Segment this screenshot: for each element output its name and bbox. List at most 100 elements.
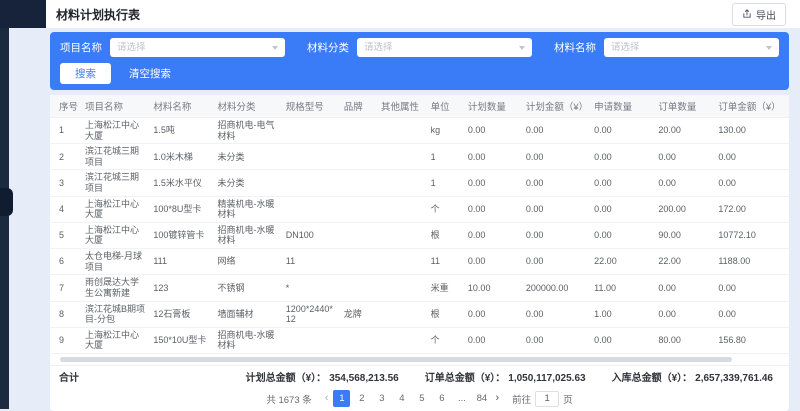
table-cell: 滨江花城三期项目 <box>81 144 149 170</box>
export-icon <box>742 9 752 19</box>
table-cell: 1.5米水平仪 <box>149 170 213 196</box>
material-name-select[interactable] <box>604 38 779 57</box>
table-cell: 滨江花城三期项目 <box>81 170 149 196</box>
table-cell: 22.00 <box>654 249 714 275</box>
table-cell: 0.00 <box>714 170 789 196</box>
chevron-down-icon <box>766 46 772 50</box>
totals-item-value: 2,657,339,761.46 <box>695 373 773 384</box>
page-button[interactable]: 1 <box>333 390 350 407</box>
chevron-down-icon <box>272 46 278 50</box>
table-cell <box>340 327 377 353</box>
table-cell: 0.00 <box>590 144 654 170</box>
table-cell: 0.00 <box>464 222 522 248</box>
table-cell <box>340 170 377 196</box>
table-cell: 2 <box>50 144 81 170</box>
table-cell: 1.5吨 <box>149 118 213 144</box>
table-cell: 0.00 <box>590 170 654 196</box>
page-button[interactable]: 3 <box>373 390 390 407</box>
column-header: 项目名称 <box>81 95 149 118</box>
table-cell: 9 <box>50 327 81 353</box>
column-header: 订单金额（¥） <box>714 95 789 118</box>
column-header: 序号 <box>50 95 81 118</box>
table-cell: 0.00 <box>714 301 789 327</box>
horizontal-scrollbar-thumb[interactable] <box>60 357 732 362</box>
table-header-row: 序号项目名称材料名称材料分类规格型号品牌其他属性单位计划数量计划金额（¥）申请数… <box>50 95 789 118</box>
table-cell: 90.00 <box>654 222 714 248</box>
page-button[interactable]: 5 <box>413 390 430 407</box>
page-button[interactable]: 2 <box>353 390 370 407</box>
table-row: 2滨江花城三期项目1.0米木梯未分类10.000.000.000.000.00 <box>50 144 789 170</box>
table-cell: 0.00 <box>590 327 654 353</box>
table-cell: 0.00 <box>464 196 522 222</box>
page-list: 123456...84 <box>333 390 490 407</box>
table-cell: 1200*2440*12 <box>282 301 340 327</box>
page-button[interactable]: 6 <box>433 390 450 407</box>
page-button[interactable]: 84 <box>473 390 490 407</box>
table-row: 7雨创晟达大学生公寓新建123不锈钢*米重10.00200000.0011.00… <box>50 275 789 301</box>
table-body: 1上海松江中心大厦1.5吨招商机电-电气材料kg0.000.000.0020.0… <box>50 118 789 354</box>
filter-panel: 项目名称 材料分类 材料名称 <box>50 32 789 90</box>
table-cell <box>340 144 377 170</box>
export-button[interactable]: 导出 <box>732 3 786 26</box>
table-cell: 12石膏板 <box>149 301 213 327</box>
table-cell <box>282 327 340 353</box>
table-cell: 上海松江中心大厦 <box>81 327 149 353</box>
totals-item-label: 订单总金额（¥）： <box>425 373 506 384</box>
table-cell <box>282 170 340 196</box>
table-cell: 0.00 <box>464 144 522 170</box>
goto-label-prefix: 前往 <box>512 392 531 406</box>
table-cell <box>340 249 377 275</box>
totals-item-label: 计划总金额（¥）： <box>246 373 327 384</box>
table-row: 1上海松江中心大厦1.5吨招商机电-电气材料kg0.000.000.0020.0… <box>50 118 789 144</box>
horizontal-scrollbar[interactable] <box>58 356 781 363</box>
project-name-label: 项目名称 <box>60 40 102 55</box>
sidebar-logo-block <box>0 0 46 28</box>
table-cell: 0.00 <box>522 144 590 170</box>
table-cell: 上海松江中心大厦 <box>81 118 149 144</box>
page-button[interactable]: 4 <box>393 390 410 407</box>
table-row: 3滨江花城三期项目1.5米水平仪未分类10.000.000.000.000.00 <box>50 170 789 196</box>
goto-page-input[interactable] <box>535 391 559 407</box>
table-cell: 100*8U型卡 <box>149 196 213 222</box>
table-cell: 20.00 <box>654 118 714 144</box>
table-cell: 1.00 <box>590 301 654 327</box>
material-name-input[interactable] <box>611 42 762 53</box>
table-cell: 0.00 <box>522 170 590 196</box>
table-cell: 个 <box>427 196 464 222</box>
filter-actions: 搜索 清空搜索 <box>60 63 779 84</box>
table-cell: 200.00 <box>654 196 714 222</box>
material-category-input[interactable] <box>364 42 515 53</box>
material-category-select[interactable] <box>357 38 532 57</box>
table-cell: 200000.00 <box>522 275 590 301</box>
table-cell: 1188.00 <box>714 249 789 275</box>
table-cell: 网络 <box>214 249 282 275</box>
table-cell <box>340 196 377 222</box>
table-cell: DN100 <box>282 222 340 248</box>
table-cell: 100镀锌管卡 <box>149 222 213 248</box>
table-cell: 0.00 <box>464 327 522 353</box>
plan-total: 计划总金额（¥）：354,568,213.56 <box>246 369 399 384</box>
search-button[interactable]: 搜索 <box>60 63 111 84</box>
table-cell: 0.00 <box>654 144 714 170</box>
table-cell: 上海松江中心大厦 <box>81 196 149 222</box>
filter-row: 项目名称 材料分类 材料名称 <box>60 38 779 57</box>
table-cell: 8 <box>50 301 81 327</box>
sidebar-drawer-handle[interactable] <box>0 188 13 216</box>
project-name-input[interactable] <box>117 42 268 53</box>
prev-page-icon[interactable]: ‹ <box>323 393 331 404</box>
column-header: 计划金额（¥） <box>522 95 590 118</box>
column-header: 单位 <box>427 95 464 118</box>
table-cell: 上海松江中心大厦 <box>81 222 149 248</box>
material-category-label: 材料分类 <box>307 40 349 55</box>
table-cell: 80.00 <box>654 327 714 353</box>
table-cell: 米重 <box>427 275 464 301</box>
next-page-icon[interactable]: › <box>493 393 501 404</box>
filter-material-name: 材料名称 <box>554 38 779 57</box>
table-cell: 1 <box>427 144 464 170</box>
project-name-select[interactable] <box>110 38 285 57</box>
table-cell: 未分类 <box>214 170 282 196</box>
table-cell <box>377 249 427 275</box>
table-cell: 123 <box>149 275 213 301</box>
clear-search-button[interactable]: 清空搜索 <box>129 66 171 81</box>
totals-row: 合计 计划总金额（¥）：354,568,213.56 订单总金额（¥）：1,05… <box>50 365 789 387</box>
